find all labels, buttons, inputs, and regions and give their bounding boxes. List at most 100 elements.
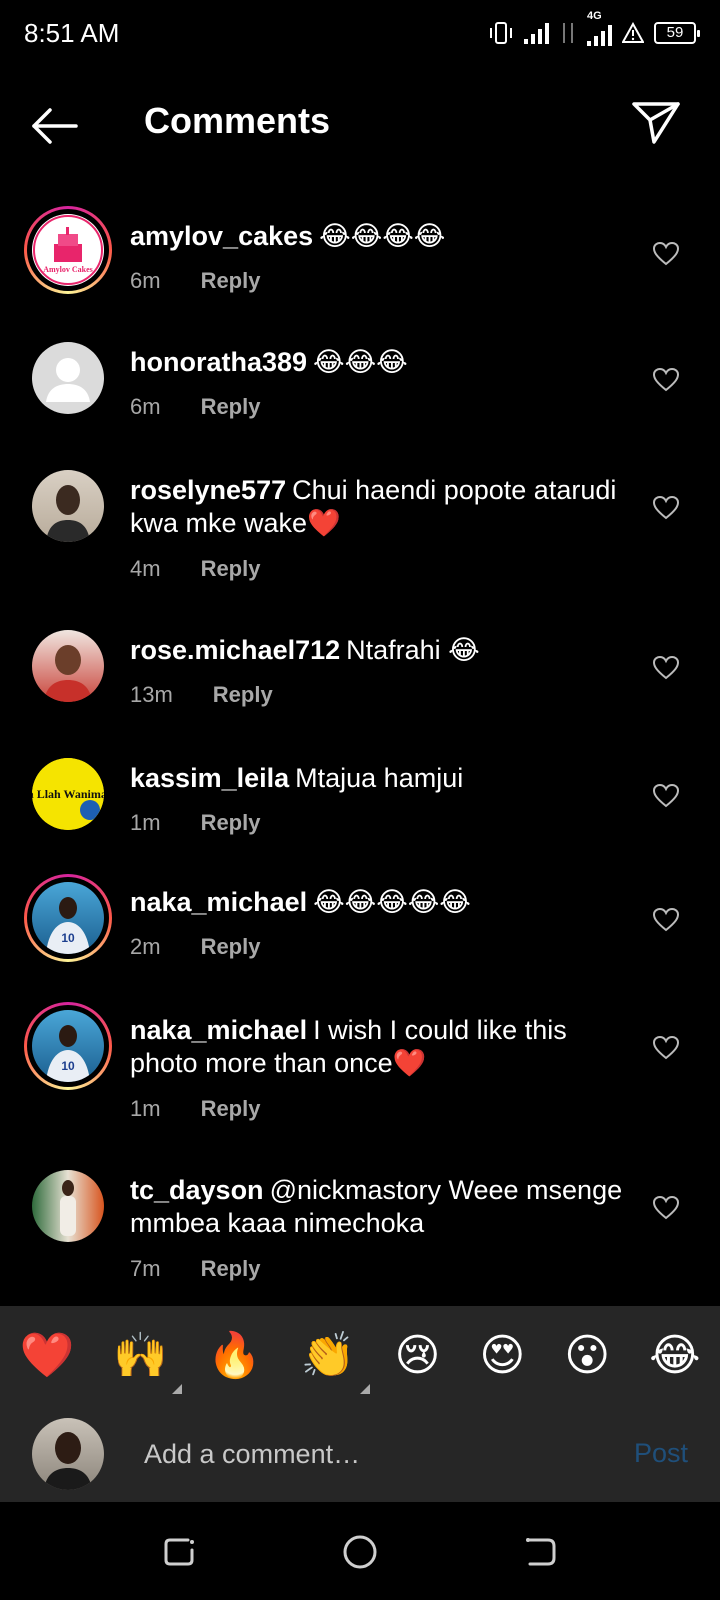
comment-username[interactable]: rose.michael712 (130, 635, 340, 665)
profile-photo-icon (44, 645, 92, 702)
comment-username[interactable]: honoratha389 (130, 347, 307, 377)
comment-time: 6m (130, 394, 161, 419)
comment-body: Ntafrahi 😂 (346, 635, 480, 665)
reply-button[interactable]: Reply (201, 1096, 261, 1122)
comment-body: 😂😂😂 (313, 347, 408, 377)
back-nav-icon[interactable] (520, 1532, 560, 1572)
comment-item: 10 naka_michael 😂😂😂😂😂 2m Reply (0, 874, 720, 984)
reply-button[interactable]: Reply (201, 556, 261, 582)
profile-photo-icon: 10 (46, 1025, 90, 1082)
reaction-crying[interactable]: 😢 (395, 1334, 441, 1378)
quick-reactions-bar: ❤️ 🙌 🔥 👏 😢 😍 😮 😂 (0, 1306, 720, 1406)
cake-logo-icon: Amylov Cakes (33, 215, 103, 285)
comment-text: naka_michael 😂😂😂😂😂 (130, 886, 630, 919)
svg-text:10: 10 (61, 1059, 75, 1073)
comment-item: Hasbuna Llah Wanimal Waki kassim_leilaMt… (0, 750, 720, 860)
comment-input[interactable] (144, 1434, 594, 1474)
battery-icon: 59 (654, 22, 700, 44)
avatar[interactable]: 10 (24, 874, 112, 962)
page-title: Comments (144, 100, 331, 141)
reply-button[interactable]: Reply (201, 810, 261, 836)
like-heart-icon[interactable] (652, 782, 680, 810)
comment-item: tc_dayson @nickmastory Weee msenge mmbea … (0, 1162, 720, 1302)
comment-username[interactable]: naka_michael (130, 1015, 307, 1045)
reaction-raised-hands[interactable]: 🙌 (113, 1331, 183, 1394)
comments-list[interactable]: Amylov Cakes amylov_cakes😂😂😂😂 6m Reply (0, 196, 720, 1306)
reaction-heart[interactable]: ❤️ (19, 1334, 74, 1378)
profile-photo-icon: 10 (46, 897, 90, 954)
comment-text: naka_michael I wish I could like this pho… (130, 1014, 630, 1080)
profile-photo-icon (46, 485, 90, 542)
like-heart-icon[interactable] (652, 366, 680, 394)
reaction-emoji: 👏 (300, 1331, 356, 1380)
avatar[interactable]: 10 (24, 1002, 112, 1090)
comment-composer: Post (0, 1406, 720, 1502)
recent-apps-icon[interactable] (160, 1532, 200, 1572)
avatar[interactable] (24, 622, 112, 710)
status-icons: 4G 59 (488, 10, 700, 46)
comment-body: 😂😂😂😂 (319, 221, 446, 251)
comment-time: 4m (130, 556, 161, 581)
comment-item: rose.michael712 Ntafrahi 😂 13m Reply (0, 622, 720, 732)
like-heart-icon[interactable] (652, 240, 680, 268)
comment-username[interactable]: amylov_cakes (130, 221, 313, 251)
comment-time: 1m (130, 810, 161, 835)
reaction-laughing[interactable]: 😂 (649, 1334, 700, 1378)
avatar[interactable]: Hasbuna Llah Wanimal Waki (24, 750, 112, 838)
reaction-fire[interactable]: 🔥 (207, 1334, 262, 1378)
reply-button[interactable]: Reply (201, 1256, 261, 1282)
alert-icon (622, 22, 644, 43)
home-icon[interactable] (340, 1532, 380, 1572)
avatar[interactable] (24, 462, 112, 550)
svg-text:10: 10 (61, 931, 75, 945)
back-arrow-icon[interactable] (26, 98, 82, 154)
reply-button[interactable]: Reply (201, 268, 261, 294)
comment-time: 6m (130, 268, 161, 293)
comment-username[interactable]: naka_michael (130, 887, 307, 917)
avatar[interactable] (24, 334, 112, 422)
comment-time: 1m (130, 1096, 161, 1121)
reaction-heart-eyes[interactable]: 😍 (479, 1334, 525, 1378)
comment-meta: 1m Reply (130, 1096, 260, 1122)
comment-time: 7m (130, 1256, 161, 1281)
comment-meta: 1m Reply (130, 810, 260, 836)
comment-time: 13m (130, 682, 173, 707)
comment-text: roselyne577 Chui haendi popote atarudi kw… (130, 474, 630, 540)
skin-tone-indicator-icon (359, 1384, 370, 1394)
profile-photo-icon (44, 1432, 92, 1490)
reaction-emoji: 🙌 (113, 1331, 169, 1380)
like-heart-icon[interactable] (652, 1034, 680, 1062)
vibrate-icon (490, 22, 512, 44)
comment-text: tc_dayson @nickmastory Weee msenge mmbea … (130, 1174, 630, 1240)
reply-button[interactable]: Reply (213, 682, 273, 708)
comment-time: 2m (130, 934, 161, 959)
reply-button[interactable]: Reply (201, 934, 261, 960)
reaction-clap[interactable]: 👏 (300, 1331, 370, 1394)
comments-header: Comments (0, 64, 720, 182)
skin-tone-indicator-icon (172, 1384, 183, 1394)
comment-meta: 6m Reply (130, 394, 260, 420)
like-heart-icon[interactable] (652, 1194, 680, 1222)
signal-icon (524, 22, 549, 44)
comment-text: amylov_cakes 😂😂😂😂 (130, 220, 630, 253)
comment-item: honoratha389 😂😂😂 6m Reply (0, 334, 720, 444)
avatar[interactable]: Amylov Cakes (24, 206, 112, 294)
comment-meta: 13m Reply (130, 682, 273, 708)
reply-button[interactable]: Reply (201, 394, 261, 420)
like-heart-icon[interactable] (652, 906, 680, 934)
comment-username[interactable]: tc_dayson (130, 1175, 264, 1205)
reaction-surprised[interactable]: 😮 (564, 1334, 610, 1378)
like-heart-icon[interactable] (652, 654, 680, 682)
comment-username[interactable]: roselyne577 (130, 475, 286, 505)
comment-text: honoratha389 😂😂😂 (130, 346, 630, 379)
avatar[interactable] (24, 1162, 112, 1250)
post-button[interactable]: Post (634, 1438, 688, 1469)
comment-body: Mtajua hamjui (295, 763, 464, 793)
comment-text: rose.michael712 Ntafrahi 😂 (130, 634, 630, 667)
comment-username[interactable]: kassim_leila (130, 763, 289, 793)
data-arrows-icon (563, 23, 573, 43)
send-icon[interactable] (628, 94, 684, 150)
comment-meta: 7m Reply (130, 1256, 260, 1282)
comment-meta: 6m Reply (130, 268, 260, 294)
like-heart-icon[interactable] (652, 494, 680, 522)
